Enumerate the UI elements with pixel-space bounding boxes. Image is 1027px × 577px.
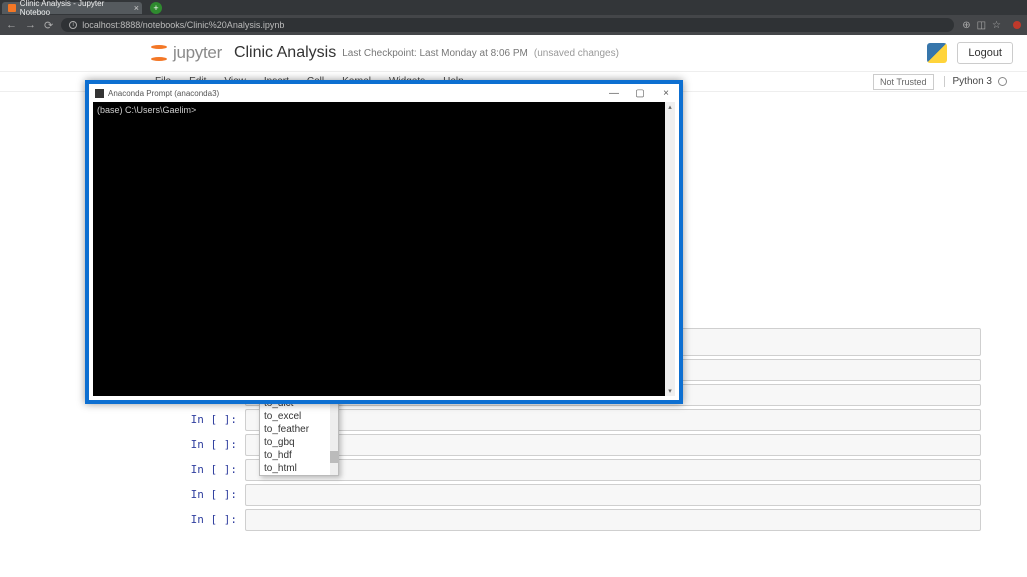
terminal-title: Anaconda Prompt (anaconda3) — [108, 89, 219, 98]
tab-title: Clinic Analysis - Jupyter Noteboo — [20, 0, 134, 17]
terminal-window[interactable]: Anaconda Prompt (anaconda3) — ▢ × (base)… — [85, 80, 683, 404]
url-field[interactable]: i localhost:8888/notebooks/Clinic%20Anal… — [61, 18, 954, 32]
cell-prompt: In [ ]: — [180, 409, 245, 430]
scroll-up-icon[interactable]: ▴ — [665, 102, 675, 112]
terminal-body[interactable]: (base) C:\Users\Gaelim> — [93, 102, 675, 396]
terminal-title-bar[interactable]: Anaconda Prompt (anaconda3) — ▢ × — [89, 84, 679, 102]
zoom-icon[interactable]: ⊕ — [962, 20, 970, 31]
autocomplete-dropdown[interactable]: to_dict to_excel to_feather to_gbq to_hd… — [259, 396, 339, 476]
address-bar: ← → ⟳ i localhost:8888/notebooks/Clinic%… — [0, 15, 1027, 35]
cell-prompt: In [ ]: — [180, 459, 245, 480]
browser-tab[interactable]: Clinic Analysis - Jupyter Noteboo × — [2, 2, 142, 14]
star-icon[interactable]: ☆ — [992, 20, 1001, 31]
code-cell[interactable]: In [ ]: — [180, 484, 981, 506]
autocomplete-item[interactable]: to_excel — [260, 410, 338, 423]
cmd-icon — [95, 89, 104, 98]
forward-icon[interactable]: → — [25, 19, 36, 31]
cell-input[interactable] — [245, 509, 981, 531]
jupyter-logo[interactable]: jupyter — [149, 43, 222, 63]
reload-icon[interactable]: ⟳ — [44, 19, 53, 32]
kernel-indicator[interactable]: Python 3 — [944, 76, 1007, 87]
terminal-prompt-line: (base) C:\Users\Gaelim> — [97, 105, 196, 115]
jupyter-logo-icon — [149, 43, 169, 63]
autocomplete-item[interactable]: to_feather — [260, 423, 338, 436]
favicon — [8, 4, 16, 12]
jupyter-header: jupyter Clinic Analysis Last Checkpoint:… — [0, 35, 1027, 71]
jupyter-logo-text: jupyter — [173, 43, 222, 63]
back-icon[interactable]: ← — [6, 19, 17, 31]
python-icon — [927, 43, 947, 63]
browser-tab-strip: Clinic Analysis - Jupyter Noteboo × + — [0, 0, 1027, 15]
trust-badge[interactable]: Not Trusted — [873, 74, 934, 90]
close-tab-icon[interactable]: × — [134, 3, 139, 13]
checkpoint-text: Last Checkpoint: Last Monday at 8:06 PM — [342, 48, 528, 59]
autocomplete-item[interactable]: to_gbq — [260, 436, 338, 449]
cell-prompt: In [ ]: — [180, 484, 245, 505]
scroll-down-icon[interactable]: ▾ — [665, 386, 675, 396]
scrollbar-thumb[interactable] — [330, 451, 338, 463]
cell-input[interactable] — [245, 459, 981, 481]
site-info-icon[interactable]: i — [69, 21, 77, 29]
cell-prompt: In [ ]: — [180, 434, 245, 455]
code-cell[interactable]: In [ ]: — [180, 509, 981, 531]
kernel-status-icon — [998, 77, 1007, 86]
profile-avatar[interactable] — [1013, 21, 1021, 29]
url-text: localhost:8888/notebooks/Clinic%20Analys… — [82, 20, 284, 30]
logout-button[interactable]: Logout — [957, 42, 1013, 64]
cell-prompt: In [ ]: — [180, 509, 245, 530]
autocomplete-item[interactable]: to_hdf — [260, 449, 338, 462]
close-button[interactable]: × — [653, 84, 679, 102]
autocomplete-item[interactable]: to_html — [260, 462, 338, 475]
cell-input[interactable] — [245, 434, 981, 456]
minimize-button[interactable]: — — [601, 84, 627, 102]
cell-input[interactable] — [245, 484, 981, 506]
extension-icon[interactable]: ◫ — [977, 20, 986, 31]
notebook-title[interactable]: Clinic Analysis — [234, 44, 336, 62]
new-tab-button[interactable]: + — [150, 2, 162, 14]
dropdown-scrollbar[interactable] — [330, 397, 338, 475]
unsaved-text: (unsaved changes) — [534, 48, 619, 59]
terminal-scrollbar[interactable]: ▴ ▾ — [665, 102, 675, 396]
kernel-name: Python 3 — [953, 76, 992, 87]
cell-input[interactable] — [245, 409, 981, 431]
